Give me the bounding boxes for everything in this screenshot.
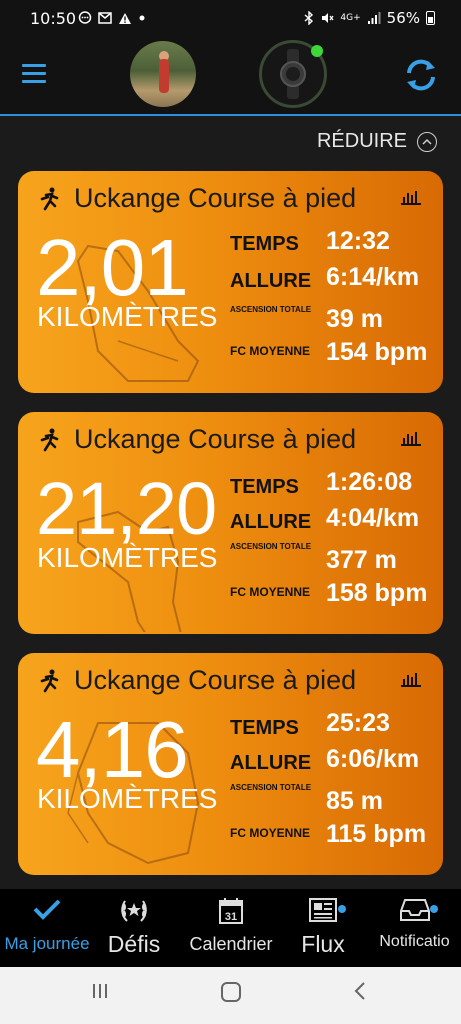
stat-label: FC MOYENNE <box>230 826 311 840</box>
stat-value: 158 bpm <box>326 579 428 607</box>
laurel-icon <box>121 900 147 922</box>
stat-value: 85 m <box>326 787 383 815</box>
nav-label: Défis <box>107 931 161 957</box>
nav-label: Notificatio <box>379 933 450 950</box>
stat-label: ALLURE <box>230 270 312 292</box>
mute-icon <box>322 13 334 23</box>
bar-chart-icon[interactable] <box>401 189 421 205</box>
stat-value: 6:06/km <box>326 745 420 773</box>
back-icon[interactable] <box>352 981 368 1001</box>
nav-feed[interactable]: Flux <box>286 889 360 967</box>
activity-title: Uckange Course à pied <box>74 183 357 213</box>
distance-unit: KILOMÈTRES <box>37 783 218 814</box>
activity-header: Uckange Course à pied <box>38 183 356 214</box>
stat-value: 6:14/km <box>326 263 420 291</box>
warning-icon <box>119 12 131 24</box>
activity-header: Uckange Course à pied <box>38 424 356 455</box>
user-avatar[interactable] <box>130 41 196 107</box>
activity-card[interactable]: Uckange Course à pied 21,20 KILOMÈTRES T… <box>18 412 443 634</box>
mail-icon <box>98 12 112 24</box>
network-type: 4G+ <box>340 13 361 23</box>
bar-chart-icon[interactable] <box>401 430 421 446</box>
calendar-day: 31 <box>225 911 237 923</box>
bluetooth-icon <box>304 11 314 25</box>
stat-label: TEMPS <box>230 717 299 739</box>
system-navigation-bar <box>0 967 461 1024</box>
bottom-navigation: Ma journée Défis 31 Calendrier Flux Noti… <box>0 889 461 967</box>
stat-value: 4:04/km <box>326 504 420 532</box>
stat-label: ASCENSION TOTALE <box>230 305 312 314</box>
stat-value: 39 m <box>326 305 383 333</box>
collapse-label: RÉDUIRE <box>316 130 407 152</box>
status-time: 10:50 <box>30 9 77 28</box>
notification-icons <box>78 11 146 25</box>
inbox-icon <box>399 899 430 921</box>
stat-label: TEMPS <box>230 233 299 255</box>
battery-percent: 56% <box>386 9 420 27</box>
stat-label: ALLURE <box>230 752 312 774</box>
avatar-photo-runner <box>159 59 169 93</box>
activity-header: Uckange Course à pied <box>38 665 356 696</box>
nav-label: Calendrier <box>189 934 273 954</box>
stat-label: ALLURE <box>230 511 312 533</box>
nav-notifications[interactable]: Notificatio <box>368 889 461 967</box>
calendar-icon: 31 <box>219 898 243 924</box>
activity-distance: 4,16 <box>36 705 189 794</box>
distance-unit: KILOMÈTRES <box>37 542 218 573</box>
recent-apps-icon[interactable] <box>90 981 110 1001</box>
stat-label: FC MOYENNE <box>230 585 311 599</box>
feed-badge <box>338 905 346 913</box>
system-status: 4G+ 56% <box>304 9 435 27</box>
running-icon <box>40 669 59 692</box>
checkmark-icon <box>33 899 61 920</box>
activity-distance: 21,20 <box>36 467 217 550</box>
device-connected-dot <box>311 45 323 57</box>
running-icon <box>40 428 59 451</box>
news-feed-icon <box>309 898 337 922</box>
stat-value: 1:26:08 <box>326 468 413 496</box>
notifications-badge <box>430 905 438 913</box>
activity-card[interactable]: Uckange Course à pied 2,01 KILOMÈTRES TE… <box>18 171 443 393</box>
status-bar: 10:50 4G+ 56% <box>0 0 461 38</box>
collapse-toggle[interactable]: RÉDUIRE <box>317 130 437 153</box>
running-icon <box>40 187 59 210</box>
stat-value: 377 m <box>326 546 397 574</box>
nav-label: Flux <box>301 931 345 957</box>
hamburger-menu-icon[interactable] <box>22 64 46 84</box>
stat-value: 115 bpm <box>326 820 427 848</box>
activity-card[interactable]: Uckange Course à pied 4,16 KILOMÈTRES TE… <box>18 653 443 875</box>
activity-title: Uckange Course à pied <box>74 665 357 695</box>
nav-challenges[interactable]: Défis <box>94 889 174 967</box>
stat-label: ASCENSION TOTALE <box>230 783 312 792</box>
signal-icon <box>367 11 381 24</box>
stat-label: FC MOYENNE <box>230 344 311 358</box>
more-notifications-dot-icon <box>139 15 145 21</box>
home-icon[interactable] <box>220 981 242 1003</box>
nav-my-day[interactable]: Ma journée <box>0 889 94 967</box>
app-header <box>0 38 461 116</box>
nav-label: Ma journée <box>4 934 90 953</box>
device-watch-button[interactable] <box>259 40 327 108</box>
chat-icon <box>78 11 92 24</box>
sync-icon[interactable] <box>402 56 440 94</box>
stat-label: ASCENSION TOTALE <box>230 542 312 551</box>
bar-chart-icon[interactable] <box>401 671 421 687</box>
stat-label: TEMPS <box>230 476 299 498</box>
activity-title: Uckange Course à pied <box>74 424 357 454</box>
stat-value: 154 bpm <box>326 338 428 366</box>
activity-distance: 2,01 <box>36 223 189 312</box>
battery-icon <box>426 11 435 25</box>
nav-calendar[interactable]: 31 Calendrier <box>180 889 282 967</box>
distance-unit: KILOMÈTRES <box>37 301 218 332</box>
chevron-up-icon <box>417 131 437 152</box>
stat-value: 25:23 <box>326 709 390 737</box>
stat-value: 12:32 <box>326 227 390 255</box>
